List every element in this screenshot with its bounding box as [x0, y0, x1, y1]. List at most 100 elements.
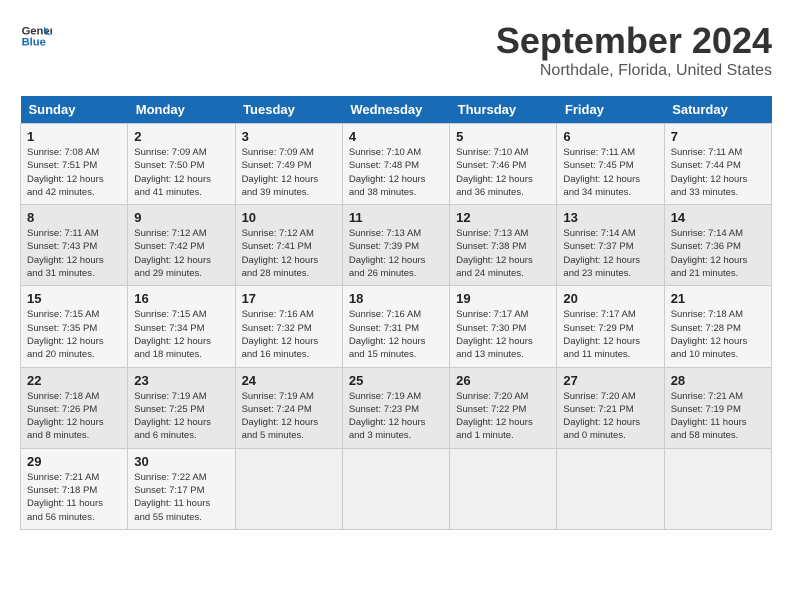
day-number: 13 [563, 210, 657, 225]
calendar-day-22: 22 Sunrise: 7:18 AM Sunset: 7:26 PM Dayl… [21, 367, 128, 448]
calendar-day-23: 23 Sunrise: 7:19 AM Sunset: 7:25 PM Dayl… [128, 367, 235, 448]
cell-info: Sunrise: 7:19 AM Sunset: 7:25 PM Dayligh… [134, 390, 228, 443]
cell-info: Sunrise: 7:10 AM Sunset: 7:46 PM Dayligh… [456, 146, 550, 199]
calendar-day-14: 14 Sunrise: 7:14 AM Sunset: 7:36 PM Dayl… [664, 205, 771, 286]
day-number: 5 [456, 129, 550, 144]
cell-info: Sunrise: 7:11 AM Sunset: 7:43 PM Dayligh… [27, 227, 121, 280]
col-monday: Monday [128, 96, 235, 124]
day-number: 3 [242, 129, 336, 144]
col-tuesday: Tuesday [235, 96, 342, 124]
cell-info: Sunrise: 7:22 AM Sunset: 7:17 PM Dayligh… [134, 471, 228, 524]
calendar-day-13: 13 Sunrise: 7:14 AM Sunset: 7:37 PM Dayl… [557, 205, 664, 286]
calendar-week-3: 15 Sunrise: 7:15 AM Sunset: 7:35 PM Dayl… [21, 286, 772, 367]
day-number: 24 [242, 373, 336, 388]
empty-cell [235, 448, 342, 529]
day-number: 18 [349, 291, 443, 306]
calendar-week-4: 22 Sunrise: 7:18 AM Sunset: 7:26 PM Dayl… [21, 367, 772, 448]
day-number: 1 [27, 129, 121, 144]
cell-info: Sunrise: 7:12 AM Sunset: 7:42 PM Dayligh… [134, 227, 228, 280]
logo-icon: General Blue [20, 20, 52, 52]
cell-info: Sunrise: 7:08 AM Sunset: 7:51 PM Dayligh… [27, 146, 121, 199]
day-number: 8 [27, 210, 121, 225]
calendar-day-19: 19 Sunrise: 7:17 AM Sunset: 7:30 PM Dayl… [450, 286, 557, 367]
cell-info: Sunrise: 7:15 AM Sunset: 7:35 PM Dayligh… [27, 308, 121, 361]
col-sunday: Sunday [21, 96, 128, 124]
day-number: 6 [563, 129, 657, 144]
cell-info: Sunrise: 7:21 AM Sunset: 7:18 PM Dayligh… [27, 471, 121, 524]
cell-info: Sunrise: 7:11 AM Sunset: 7:45 PM Dayligh… [563, 146, 657, 199]
calendar-day-20: 20 Sunrise: 7:17 AM Sunset: 7:29 PM Dayl… [557, 286, 664, 367]
calendar-day-26: 26 Sunrise: 7:20 AM Sunset: 7:22 PM Dayl… [450, 367, 557, 448]
day-number: 10 [242, 210, 336, 225]
day-number: 27 [563, 373, 657, 388]
day-number: 21 [671, 291, 765, 306]
cell-info: Sunrise: 7:21 AM Sunset: 7:19 PM Dayligh… [671, 390, 765, 443]
calendar-day-7: 7 Sunrise: 7:11 AM Sunset: 7:44 PM Dayli… [664, 124, 771, 205]
calendar-body: 1 Sunrise: 7:08 AM Sunset: 7:51 PM Dayli… [21, 124, 772, 530]
day-number: 15 [27, 291, 121, 306]
empty-cell [557, 448, 664, 529]
cell-info: Sunrise: 7:20 AM Sunset: 7:22 PM Dayligh… [456, 390, 550, 443]
cell-info: Sunrise: 7:19 AM Sunset: 7:23 PM Dayligh… [349, 390, 443, 443]
col-friday: Friday [557, 96, 664, 124]
day-number: 17 [242, 291, 336, 306]
svg-text:Blue: Blue [22, 37, 46, 49]
cell-info: Sunrise: 7:09 AM Sunset: 7:50 PM Dayligh… [134, 146, 228, 199]
cell-info: Sunrise: 7:13 AM Sunset: 7:38 PM Dayligh… [456, 227, 550, 280]
calendar-day-5: 5 Sunrise: 7:10 AM Sunset: 7:46 PM Dayli… [450, 124, 557, 205]
calendar-day-9: 9 Sunrise: 7:12 AM Sunset: 7:42 PM Dayli… [128, 205, 235, 286]
calendar-day-12: 12 Sunrise: 7:13 AM Sunset: 7:38 PM Dayl… [450, 205, 557, 286]
calendar-day-4: 4 Sunrise: 7:10 AM Sunset: 7:48 PM Dayli… [342, 124, 449, 205]
empty-cell [342, 448, 449, 529]
calendar-day-6: 6 Sunrise: 7:11 AM Sunset: 7:45 PM Dayli… [557, 124, 664, 205]
cell-info: Sunrise: 7:14 AM Sunset: 7:37 PM Dayligh… [563, 227, 657, 280]
calendar-day-10: 10 Sunrise: 7:12 AM Sunset: 7:41 PM Dayl… [235, 205, 342, 286]
calendar-day-24: 24 Sunrise: 7:19 AM Sunset: 7:24 PM Dayl… [235, 367, 342, 448]
empty-cell [664, 448, 771, 529]
title-area: September 2024 Northdale, Florida, Unite… [496, 20, 772, 80]
day-number: 23 [134, 373, 228, 388]
day-number: 4 [349, 129, 443, 144]
calendar-day-15: 15 Sunrise: 7:15 AM Sunset: 7:35 PM Dayl… [21, 286, 128, 367]
day-number: 26 [456, 373, 550, 388]
calendar-day-1: 1 Sunrise: 7:08 AM Sunset: 7:51 PM Dayli… [21, 124, 128, 205]
cell-info: Sunrise: 7:16 AM Sunset: 7:31 PM Dayligh… [349, 308, 443, 361]
calendar-day-11: 11 Sunrise: 7:13 AM Sunset: 7:39 PM Dayl… [342, 205, 449, 286]
calendar-day-2: 2 Sunrise: 7:09 AM Sunset: 7:50 PM Dayli… [128, 124, 235, 205]
day-number: 29 [27, 454, 121, 469]
cell-info: Sunrise: 7:20 AM Sunset: 7:21 PM Dayligh… [563, 390, 657, 443]
calendar-day-25: 25 Sunrise: 7:19 AM Sunset: 7:23 PM Dayl… [342, 367, 449, 448]
day-number: 11 [349, 210, 443, 225]
day-number: 14 [671, 210, 765, 225]
logo: General Blue [20, 20, 52, 52]
calendar-table: Sunday Monday Tuesday Wednesday Thursday… [20, 96, 772, 530]
calendar-day-27: 27 Sunrise: 7:20 AM Sunset: 7:21 PM Dayl… [557, 367, 664, 448]
day-number: 22 [27, 373, 121, 388]
day-number: 19 [456, 291, 550, 306]
cell-info: Sunrise: 7:14 AM Sunset: 7:36 PM Dayligh… [671, 227, 765, 280]
calendar-day-3: 3 Sunrise: 7:09 AM Sunset: 7:49 PM Dayli… [235, 124, 342, 205]
calendar-day-30: 30 Sunrise: 7:22 AM Sunset: 7:17 PM Dayl… [128, 448, 235, 529]
day-number: 30 [134, 454, 228, 469]
day-number: 9 [134, 210, 228, 225]
day-number: 20 [563, 291, 657, 306]
month-title: September 2024 [496, 20, 772, 62]
day-number: 25 [349, 373, 443, 388]
col-wednesday: Wednesday [342, 96, 449, 124]
cell-info: Sunrise: 7:13 AM Sunset: 7:39 PM Dayligh… [349, 227, 443, 280]
calendar-day-28: 28 Sunrise: 7:21 AM Sunset: 7:19 PM Dayl… [664, 367, 771, 448]
header-row: Sunday Monday Tuesday Wednesday Thursday… [21, 96, 772, 124]
svg-text:General: General [22, 25, 52, 37]
cell-info: Sunrise: 7:15 AM Sunset: 7:34 PM Dayligh… [134, 308, 228, 361]
day-number: 12 [456, 210, 550, 225]
calendar-week-5: 29 Sunrise: 7:21 AM Sunset: 7:18 PM Dayl… [21, 448, 772, 529]
day-number: 7 [671, 129, 765, 144]
calendar-day-18: 18 Sunrise: 7:16 AM Sunset: 7:31 PM Dayl… [342, 286, 449, 367]
cell-info: Sunrise: 7:18 AM Sunset: 7:28 PM Dayligh… [671, 308, 765, 361]
col-thursday: Thursday [450, 96, 557, 124]
day-number: 28 [671, 373, 765, 388]
cell-info: Sunrise: 7:09 AM Sunset: 7:49 PM Dayligh… [242, 146, 336, 199]
calendar-day-17: 17 Sunrise: 7:16 AM Sunset: 7:32 PM Dayl… [235, 286, 342, 367]
empty-cell [450, 448, 557, 529]
cell-info: Sunrise: 7:11 AM Sunset: 7:44 PM Dayligh… [671, 146, 765, 199]
